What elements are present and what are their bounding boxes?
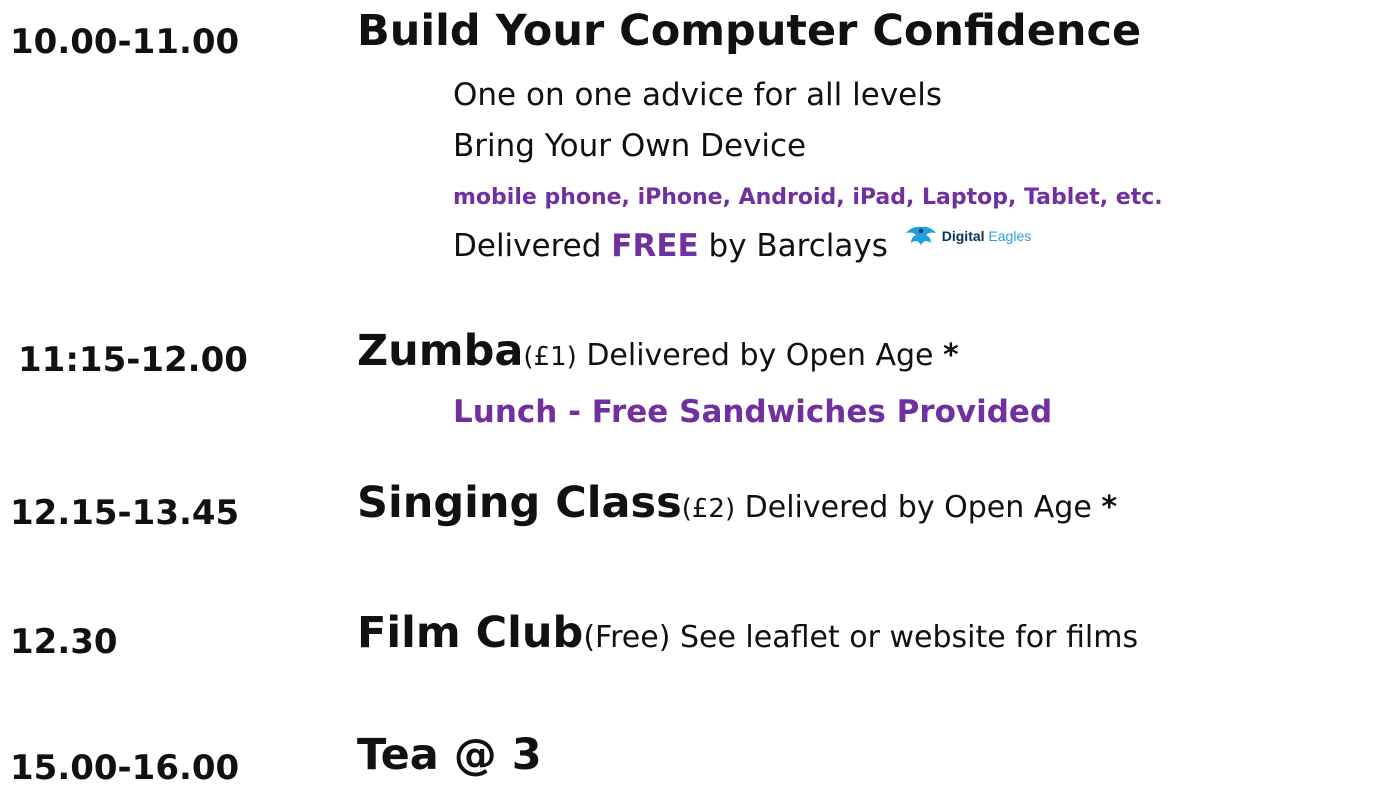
event-details: Delivered by Open Age bbox=[735, 490, 1102, 525]
delivered-prefix: Delivered bbox=[453, 228, 612, 264]
time-zumba: 11:15-12.00 bbox=[18, 340, 248, 380]
event-name: Tea @ 3 bbox=[357, 730, 542, 780]
title-film-club: Film Club(Free) See leaflet or website f… bbox=[357, 608, 1138, 658]
event-price: (£1) bbox=[523, 342, 577, 372]
event-name: Zumba bbox=[357, 326, 524, 376]
detail-devices: mobile phone, iPhone, Android, iPad, Lap… bbox=[453, 185, 1163, 210]
time-singing: 12.15-13.45 bbox=[10, 493, 240, 533]
title-tea: Tea @ 3 bbox=[357, 730, 542, 780]
eagle-icon bbox=[905, 226, 936, 245]
time-computer-confidence: 10.00-11.00 bbox=[10, 22, 240, 62]
event-price: (Free) bbox=[583, 620, 671, 655]
title-computer-confidence: Build Your Computer Confidence bbox=[357, 6, 1141, 56]
time-film-club: 12.30 bbox=[10, 622, 118, 662]
digital-eagles-text: Digital Eagles bbox=[941, 227, 1032, 244]
detail-delivered-barclays: Delivered FREE by Barclays Digital Eagle… bbox=[453, 226, 1031, 264]
digital-eagles-logo: Digital Eagles bbox=[904, 224, 1031, 248]
asterisk: * bbox=[1101, 490, 1118, 525]
detail-advice: One on one advice for all levels bbox=[453, 77, 943, 113]
time-tea: 15.00-16.00 bbox=[10, 748, 240, 788]
free-label: FREE bbox=[611, 228, 699, 264]
title-zumba: Zumba(£1) Delivered by Open Age * bbox=[357, 326, 959, 376]
event-name: Build Your Computer Confidence bbox=[357, 6, 1142, 56]
lunch-note: Lunch - Free Sandwiches Provided bbox=[453, 394, 1053, 430]
event-price: (£2) bbox=[681, 494, 736, 524]
title-singing: Singing Class(£2) Delivered by Open Age … bbox=[357, 478, 1117, 528]
event-details: Delivered by Open Age bbox=[576, 338, 944, 373]
event-name: Film Club bbox=[357, 608, 584, 658]
event-name: Singing Class bbox=[357, 478, 682, 528]
asterisk: * bbox=[943, 338, 959, 373]
event-details: See leaflet or website for films bbox=[670, 620, 1139, 655]
detail-byod: Bring Your Own Device bbox=[453, 128, 807, 164]
delivered-suffix: by Barclays bbox=[698, 228, 888, 264]
